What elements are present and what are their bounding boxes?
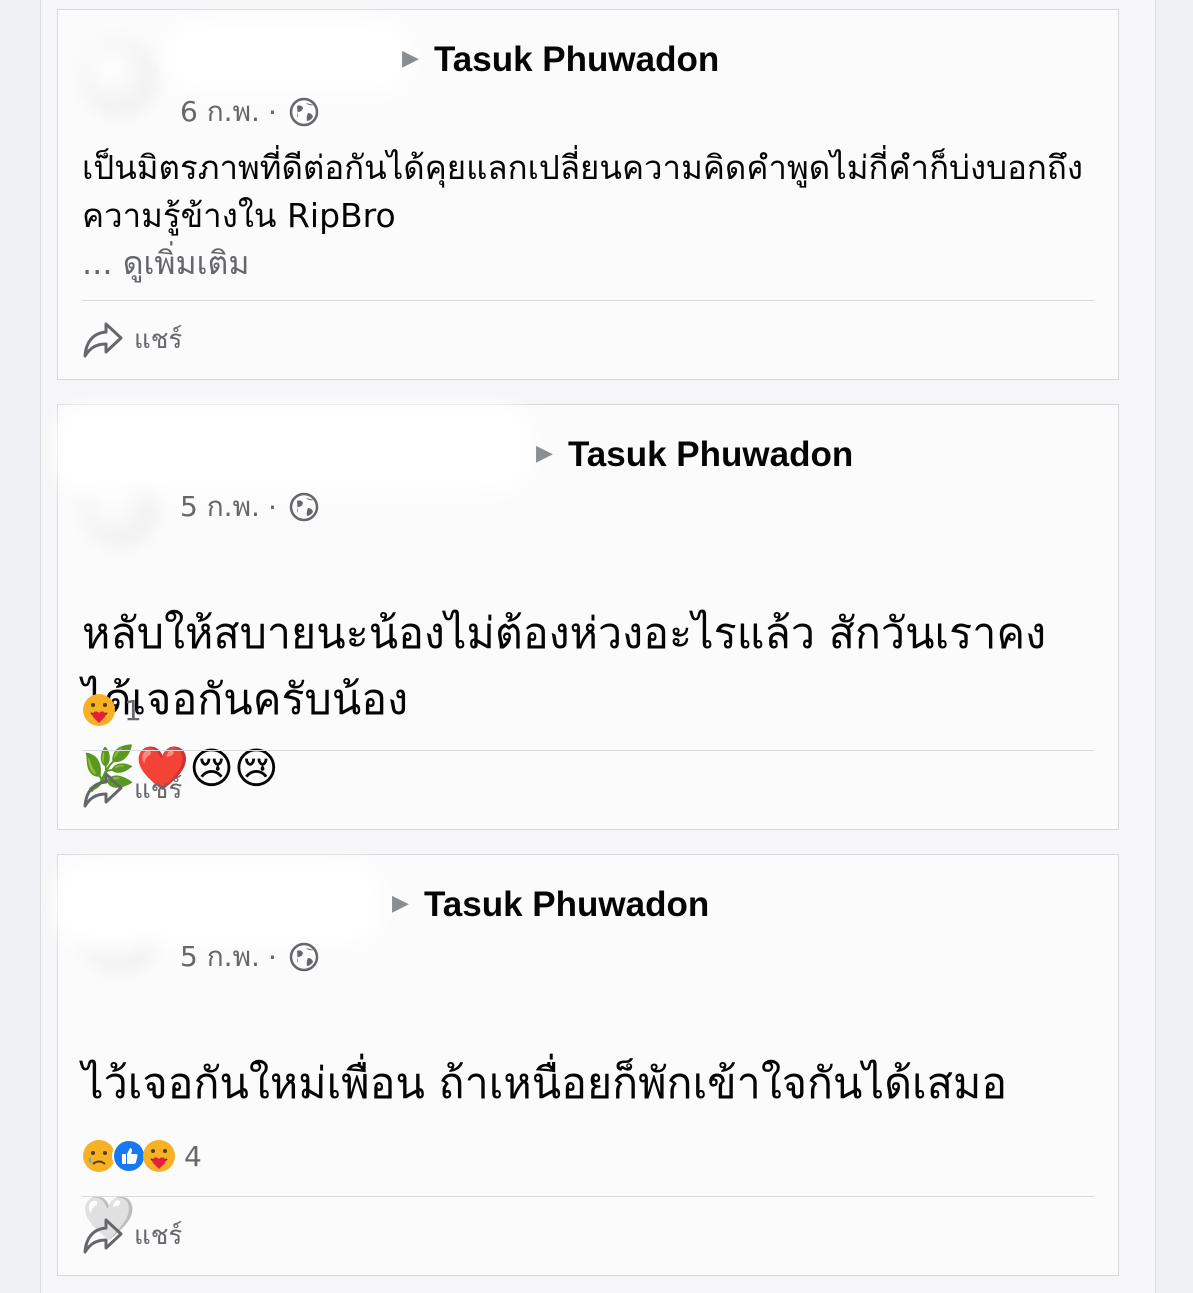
post-date[interactable]: 5 ก.พ. — [180, 935, 260, 979]
divider — [82, 300, 1094, 301]
target-name[interactable]: Tasuk Phuwadon — [424, 885, 709, 925]
share-icon — [83, 772, 123, 808]
post-text-block: ไว้เจอกันใหม่เพื่อน ถ้าเหนื่อยก็พักเข้าใ… — [82, 985, 1094, 1252]
share-label: แชร์ — [134, 324, 183, 355]
author-avatar[interactable] — [80, 38, 158, 116]
share-label: แชร์ — [134, 1220, 183, 1251]
share-button[interactable]: แชร์ — [82, 768, 182, 810]
arrow-right-icon: ▶ — [536, 441, 553, 466]
post-text: ไว้เจอกันใหม่เพื่อน ถ้าเหนื่อยก็พักเข้าใ… — [82, 1059, 1008, 1109]
post-meta: 6 ก.พ. · — [180, 90, 319, 134]
post-meta: 5 ก.พ. · — [180, 935, 319, 979]
crying-face-emoji: 😢 — [189, 743, 234, 794]
reaction-summary[interactable]: 1 — [82, 693, 142, 727]
share-icon — [83, 1218, 123, 1254]
crying-face-emoji: 😢 — [233, 743, 279, 794]
reaction-summary[interactable]: 4 — [82, 1139, 202, 1173]
post-text-block: หลับให้สบายนะน้องไม่ต้องห่วงอะไรแล้ว สัก… — [82, 535, 1094, 802]
post-date[interactable]: 5 ก.พ. — [180, 485, 260, 529]
care-reaction-icon — [143, 1140, 175, 1172]
post-card-2: ▶ Tasuk Phuwadon 5 ก.พ. · หลับให้สบายนะน… — [57, 404, 1119, 830]
post-meta: 5 ก.พ. · — [180, 485, 319, 529]
globe-icon — [289, 97, 319, 127]
post-text: หลับให้สบายนะน้องไม่ต้องห่วงอะไรแล้ว สัก… — [82, 609, 1047, 725]
meta-separator: · — [267, 490, 277, 524]
post-text: เป็นมิตรภาพที่ดีต่อกันได้คุยแลกเปลี่ยนคว… — [82, 148, 1083, 235]
blurred-author-name — [178, 34, 398, 80]
share-icon — [83, 322, 123, 358]
care-reaction-icon — [83, 694, 115, 726]
globe-icon — [289, 492, 319, 522]
share-label: แชร์ — [134, 774, 183, 805]
target-name[interactable]: Tasuk Phuwadon — [434, 40, 719, 80]
like-reaction-icon — [112, 1139, 146, 1173]
target-name[interactable]: Tasuk Phuwadon — [568, 435, 853, 475]
meta-separator: · — [267, 95, 277, 129]
reaction-count: 4 — [184, 1139, 202, 1173]
arrow-right-icon: ▶ — [392, 891, 409, 916]
post-date[interactable]: 6 ก.พ. — [180, 90, 260, 134]
meta-separator: · — [267, 940, 277, 974]
divider — [82, 1196, 1094, 1197]
post-card-3: ▶ Tasuk Phuwadon 5 ก.พ. · ไว้เจอกันใหม่เ… — [57, 854, 1119, 1276]
post-card-1: ▶ Tasuk Phuwadon 6 ก.พ. · เป็นมิตรภาพที่… — [57, 9, 1119, 380]
share-button[interactable]: แชร์ — [82, 318, 182, 360]
arrow-right-icon: ▶ — [402, 46, 419, 71]
sad-reaction-icon — [83, 1140, 115, 1172]
reaction-count: 1 — [124, 693, 142, 727]
divider — [82, 750, 1094, 751]
share-button[interactable]: แชร์ — [82, 1214, 182, 1256]
see-more-link[interactable]: ... ดูเพิ่มเติม — [82, 238, 1094, 289]
globe-icon — [289, 942, 319, 972]
blurred-author-name — [68, 419, 518, 479]
blurred-author-name — [68, 875, 368, 931]
